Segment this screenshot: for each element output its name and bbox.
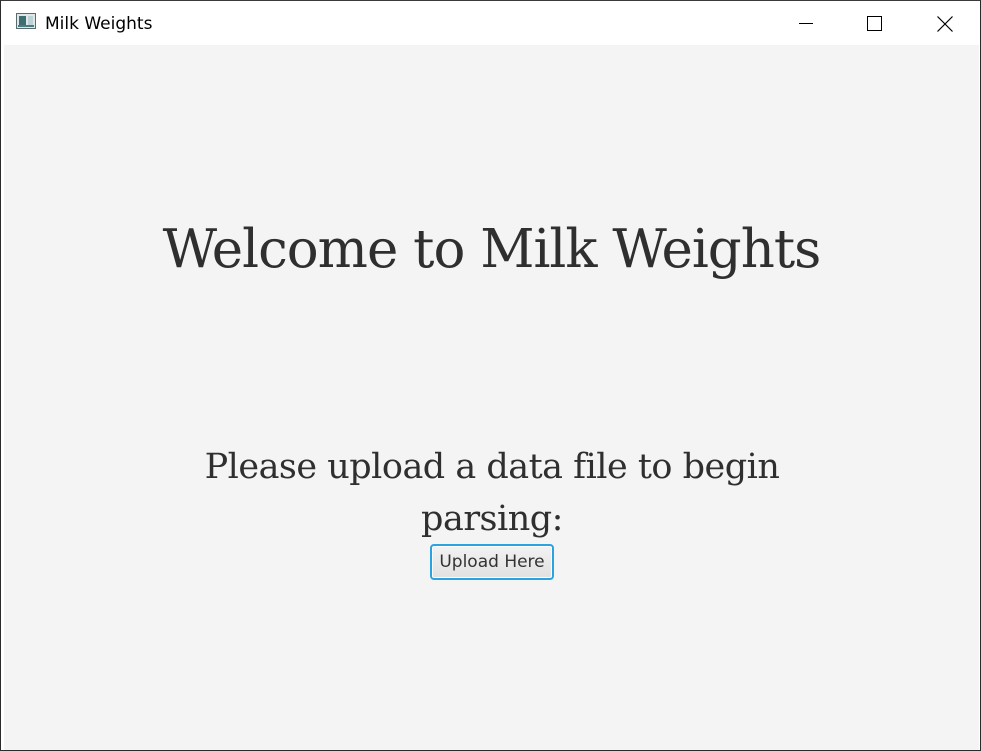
close-icon: [937, 16, 953, 32]
app-icon: [16, 13, 36, 29]
app-window: Milk Weights Welcome to Milk Weights Ple…: [0, 0, 981, 751]
title-bar[interactable]: Milk Weights: [1, 1, 980, 45]
maximize-button[interactable]: [839, 1, 909, 45]
upload-prompt: Please upload a data file to begin parsi…: [204, 447, 780, 539]
minimize-button[interactable]: [771, 1, 841, 45]
close-button[interactable]: [909, 1, 979, 45]
minimize-icon: [799, 23, 813, 24]
main-content: Welcome to Milk Weights Please upload a …: [4, 45, 979, 750]
upload-button[interactable]: Upload Here: [430, 544, 554, 580]
welcome-heading: Welcome to Milk Weights: [162, 219, 822, 280]
maximize-icon: [867, 16, 882, 31]
window-title: Milk Weights: [45, 14, 153, 34]
